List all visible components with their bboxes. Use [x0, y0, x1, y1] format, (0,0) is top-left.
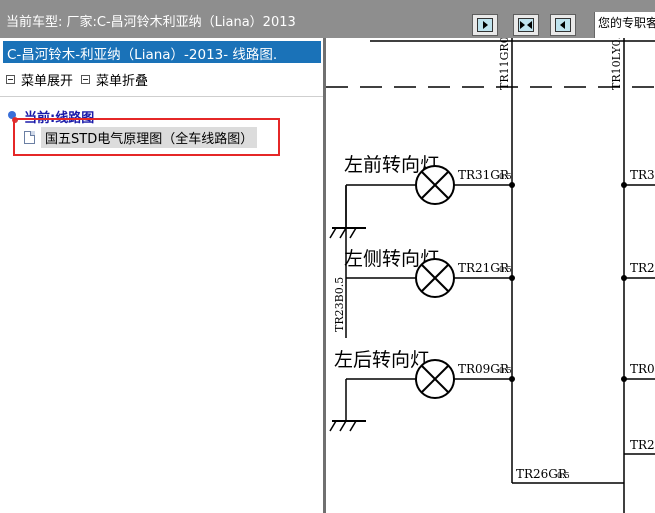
wire-gauge-tr21: 0.5 — [499, 265, 512, 274]
bottom-wire: TR26GR 0.5 — [512, 467, 624, 484]
wire-stub-tr20: TR20 — [630, 261, 655, 275]
ground-symbol — [329, 227, 366, 239]
wire-label-tr11: TR11GR0.5 — [498, 38, 511, 90]
collapse-icon — [81, 75, 91, 84]
wire-label-tr10: TR10LY0.5 — [610, 38, 623, 90]
message-box: 您的专职客 — [594, 12, 655, 38]
wire-gauge-tr31: 0.5 — [499, 172, 512, 181]
menu-controls: 菜单展开 菜单折叠 — [6, 70, 156, 89]
highlight-annotation-box — [13, 118, 280, 156]
left-panel: C-昌河铃木-利亚纳（Liana）-2013- 线路图. 菜单展开 菜单折叠 当… — [0, 38, 323, 513]
ground-symbol — [329, 420, 366, 432]
wire-label-tr23: TR23B0.5 — [333, 277, 346, 332]
move-right-button[interactable] — [472, 14, 498, 36]
right-stubs: TR30 TR20 TR08 TR25 — [621, 168, 655, 455]
wiring-diagram[interactable]: TR11GR0.5 TR10LY0.5 TR23B0.5 左前转向灯 TR31G… — [326, 38, 655, 513]
wire-stub-tr30: TR30 — [630, 168, 655, 182]
wire-gauge-tr09: 0.5 — [499, 366, 512, 375]
lamp-left-side: 左侧转向灯 TR21GR 0.5 — [344, 248, 515, 298]
split-arrows-icon — [518, 18, 534, 32]
wire-gauge-tr26: 0.5 — [557, 471, 570, 480]
menu-collapse-button[interactable]: 菜单折叠 — [81, 70, 148, 89]
menu-expand-button[interactable]: 菜单展开 — [6, 70, 73, 89]
lamp-left-front: 左前转向灯 TR31GR 0.5 — [344, 154, 515, 228]
expand-icon — [6, 75, 15, 84]
wire-stub-tr25: TR25 — [630, 438, 655, 452]
current-model-title: 当前车型: 厂家:C-昌河铃木利亚纳（Liana）2013 — [6, 15, 296, 30]
move-left-button[interactable] — [550, 14, 576, 36]
arrow-right-icon — [477, 18, 493, 32]
arrow-left-icon — [555, 18, 571, 32]
top-toolbar: 当前车型: 厂家:C-昌河铃木利亚纳（Liana）2013 您的专职客 — [0, 0, 655, 38]
wire-stub-tr08: TR08 — [630, 362, 655, 376]
menu-collapse-label: 菜单折叠 — [96, 74, 149, 89]
lamp-left-rear: 左后转向灯 TR09GR 0.5 — [334, 349, 515, 421]
menu-expand-label: 菜单展开 — [21, 74, 74, 89]
car-model-header: C-昌河铃木-利亚纳（Liana）-2013- 线路图. — [3, 41, 321, 63]
split-view-button[interactable] — [513, 14, 539, 36]
separator — [0, 96, 323, 97]
lamp-label-left-rear: 左后转向灯 — [334, 349, 429, 371]
